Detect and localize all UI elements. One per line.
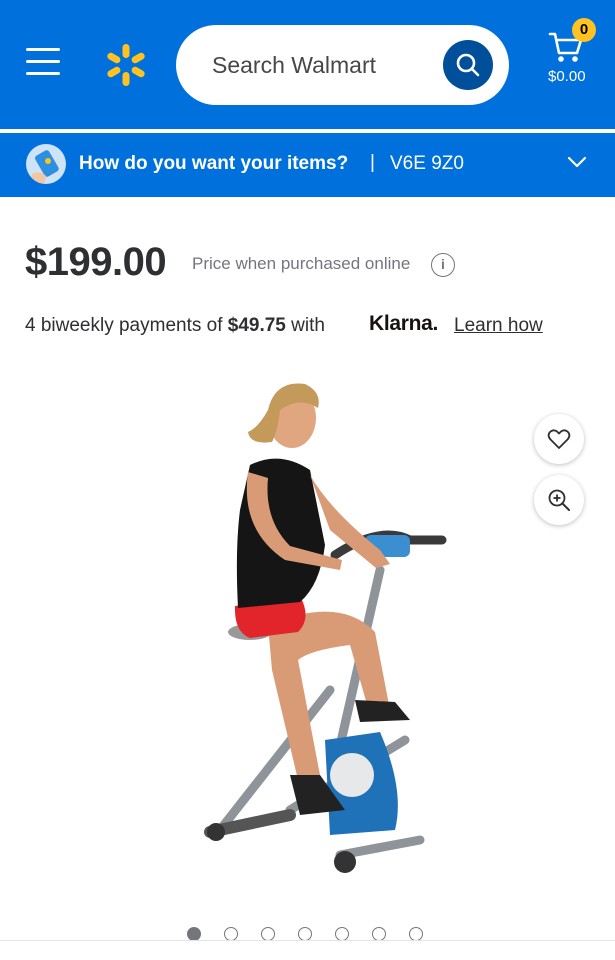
product-price: $199.00: [25, 240, 167, 284]
heart-icon: [547, 429, 571, 449]
info-icon[interactable]: i: [431, 253, 455, 277]
gallery-dot[interactable]: [372, 927, 386, 941]
cart-button[interactable]: 0 $0.00: [540, 18, 600, 88]
zoom-button[interactable]: [534, 475, 584, 525]
divider: [0, 940, 615, 941]
learn-how-link[interactable]: Learn how: [454, 315, 543, 337]
payment-amount: $49.75: [227, 315, 286, 336]
favorite-button[interactable]: [534, 414, 584, 464]
cart-total: $0.00: [548, 68, 586, 85]
gallery-dot[interactable]: [409, 927, 423, 941]
gallery-dot[interactable]: [224, 927, 238, 941]
search-input[interactable]: [212, 47, 432, 83]
site-header: 0 $0.00: [0, 0, 615, 131]
walmart-spark-icon[interactable]: [103, 42, 149, 88]
search-button[interactable]: [443, 40, 493, 90]
delivery-selector[interactable]: How do you want your items? | V6E 9Z0: [0, 133, 615, 197]
klarna-logo: Klarna.: [369, 312, 439, 335]
delivery-question: How do you want your items?: [79, 153, 349, 174]
chevron-down-icon: [567, 156, 587, 168]
search-icon: [456, 53, 480, 77]
search-bar: [176, 25, 509, 105]
gallery-dots: [187, 927, 423, 941]
cart-count-badge: 0: [572, 18, 596, 42]
location-phone-icon: [26, 144, 66, 184]
price-note: Price when purchased online: [192, 254, 411, 273]
gallery-dot[interactable]: [187, 927, 201, 941]
gallery-dot[interactable]: [335, 927, 349, 941]
delivery-zip: V6E 9Z0: [390, 153, 464, 174]
payments-with: with: [285, 315, 325, 336]
klarna-payment-info: 4 biweekly payments of $49.75 with: [25, 315, 325, 337]
product-image[interactable]: [180, 370, 470, 890]
gallery-dot[interactable]: [261, 927, 275, 941]
gallery-dot[interactable]: [298, 927, 312, 941]
hamburger-icon: [26, 48, 60, 51]
payments-prefix: 4 biweekly payments of: [25, 315, 228, 336]
zoom-in-icon: [548, 489, 570, 511]
delivery-separator: |: [370, 152, 375, 173]
menu-button[interactable]: [26, 48, 62, 80]
